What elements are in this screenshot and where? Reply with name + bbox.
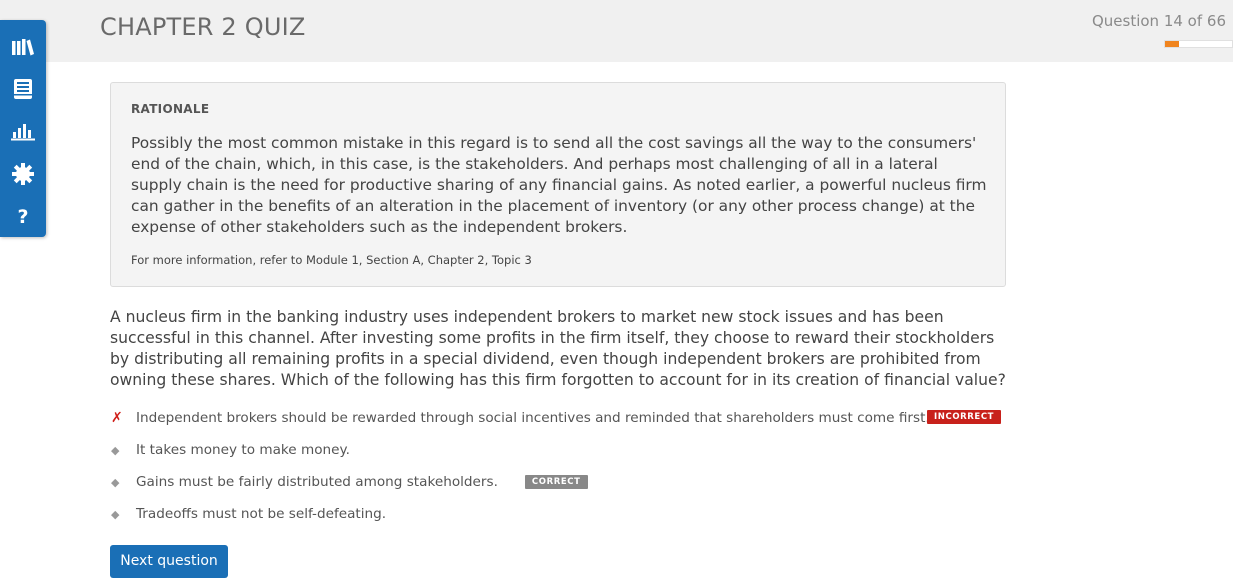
next-question-button[interactable]: Next question: [110, 545, 228, 578]
correct-badge: CORRECT: [524, 475, 588, 489]
sidebar-item-help[interactable]: ?: [0, 197, 46, 237]
sidebar-nav: ?: [0, 20, 46, 237]
library-icon: [11, 38, 35, 56]
quiz-header: CHAPTER 2 QUIZ Question 14 of 66: [0, 0, 1233, 62]
diamond-bullet-icon: ◆: [111, 507, 120, 521]
answer-text: Gains must be fairly distributed among s…: [136, 474, 498, 490]
sidebar-item-stats[interactable]: [0, 111, 46, 151]
rationale-text: Possibly the most common mistake in this…: [131, 134, 987, 236]
answer-text: It takes money to make money.: [136, 442, 350, 458]
sidebar-item-library[interactable]: [0, 27, 46, 67]
answer-option-2[interactable]: ◆ It takes money to make money.: [110, 436, 1010, 464]
diamond-bullet-icon: ◆: [111, 475, 120, 489]
incorrect-badge: INCORRECT: [927, 410, 1002, 424]
rationale-panel: RATIONALE Possibly the most common mista…: [110, 82, 1006, 287]
stats-icon: [11, 121, 35, 141]
question-counter: Question 14 of 66: [1091, 12, 1226, 30]
rationale-reference: For more information, refer to Module 1,…: [131, 253, 532, 267]
sidebar-item-settings[interactable]: [0, 154, 46, 194]
rationale-heading: RATIONALE: [131, 102, 210, 116]
progress-fill: [1165, 41, 1180, 47]
quiz-progress-bar: [1164, 40, 1233, 48]
settings-icon: [12, 163, 34, 185]
answer-text: Independent brokers should be rewarded t…: [136, 410, 930, 426]
page-title: CHAPTER 2 QUIZ: [100, 13, 306, 41]
help-icon: ?: [17, 206, 29, 228]
answer-text: Tradeoffs must not be self-defeating.: [136, 506, 387, 522]
answer-option-1[interactable]: ✗ Independent brokers should be rewarded…: [110, 404, 1010, 432]
question-text: A nucleus firm in the banking industry u…: [110, 308, 1006, 389]
incorrect-mark-icon: ✗: [111, 410, 123, 426]
diamond-bullet-icon: ◆: [111, 443, 120, 457]
notes-icon: [12, 78, 34, 100]
answer-option-4[interactable]: ◆ Tradeoffs must not be self-defeating.: [110, 500, 1010, 528]
answer-option-3[interactable]: ◆ Gains must be fairly distributed among…: [110, 468, 1010, 496]
sidebar-item-notes[interactable]: [0, 69, 46, 109]
